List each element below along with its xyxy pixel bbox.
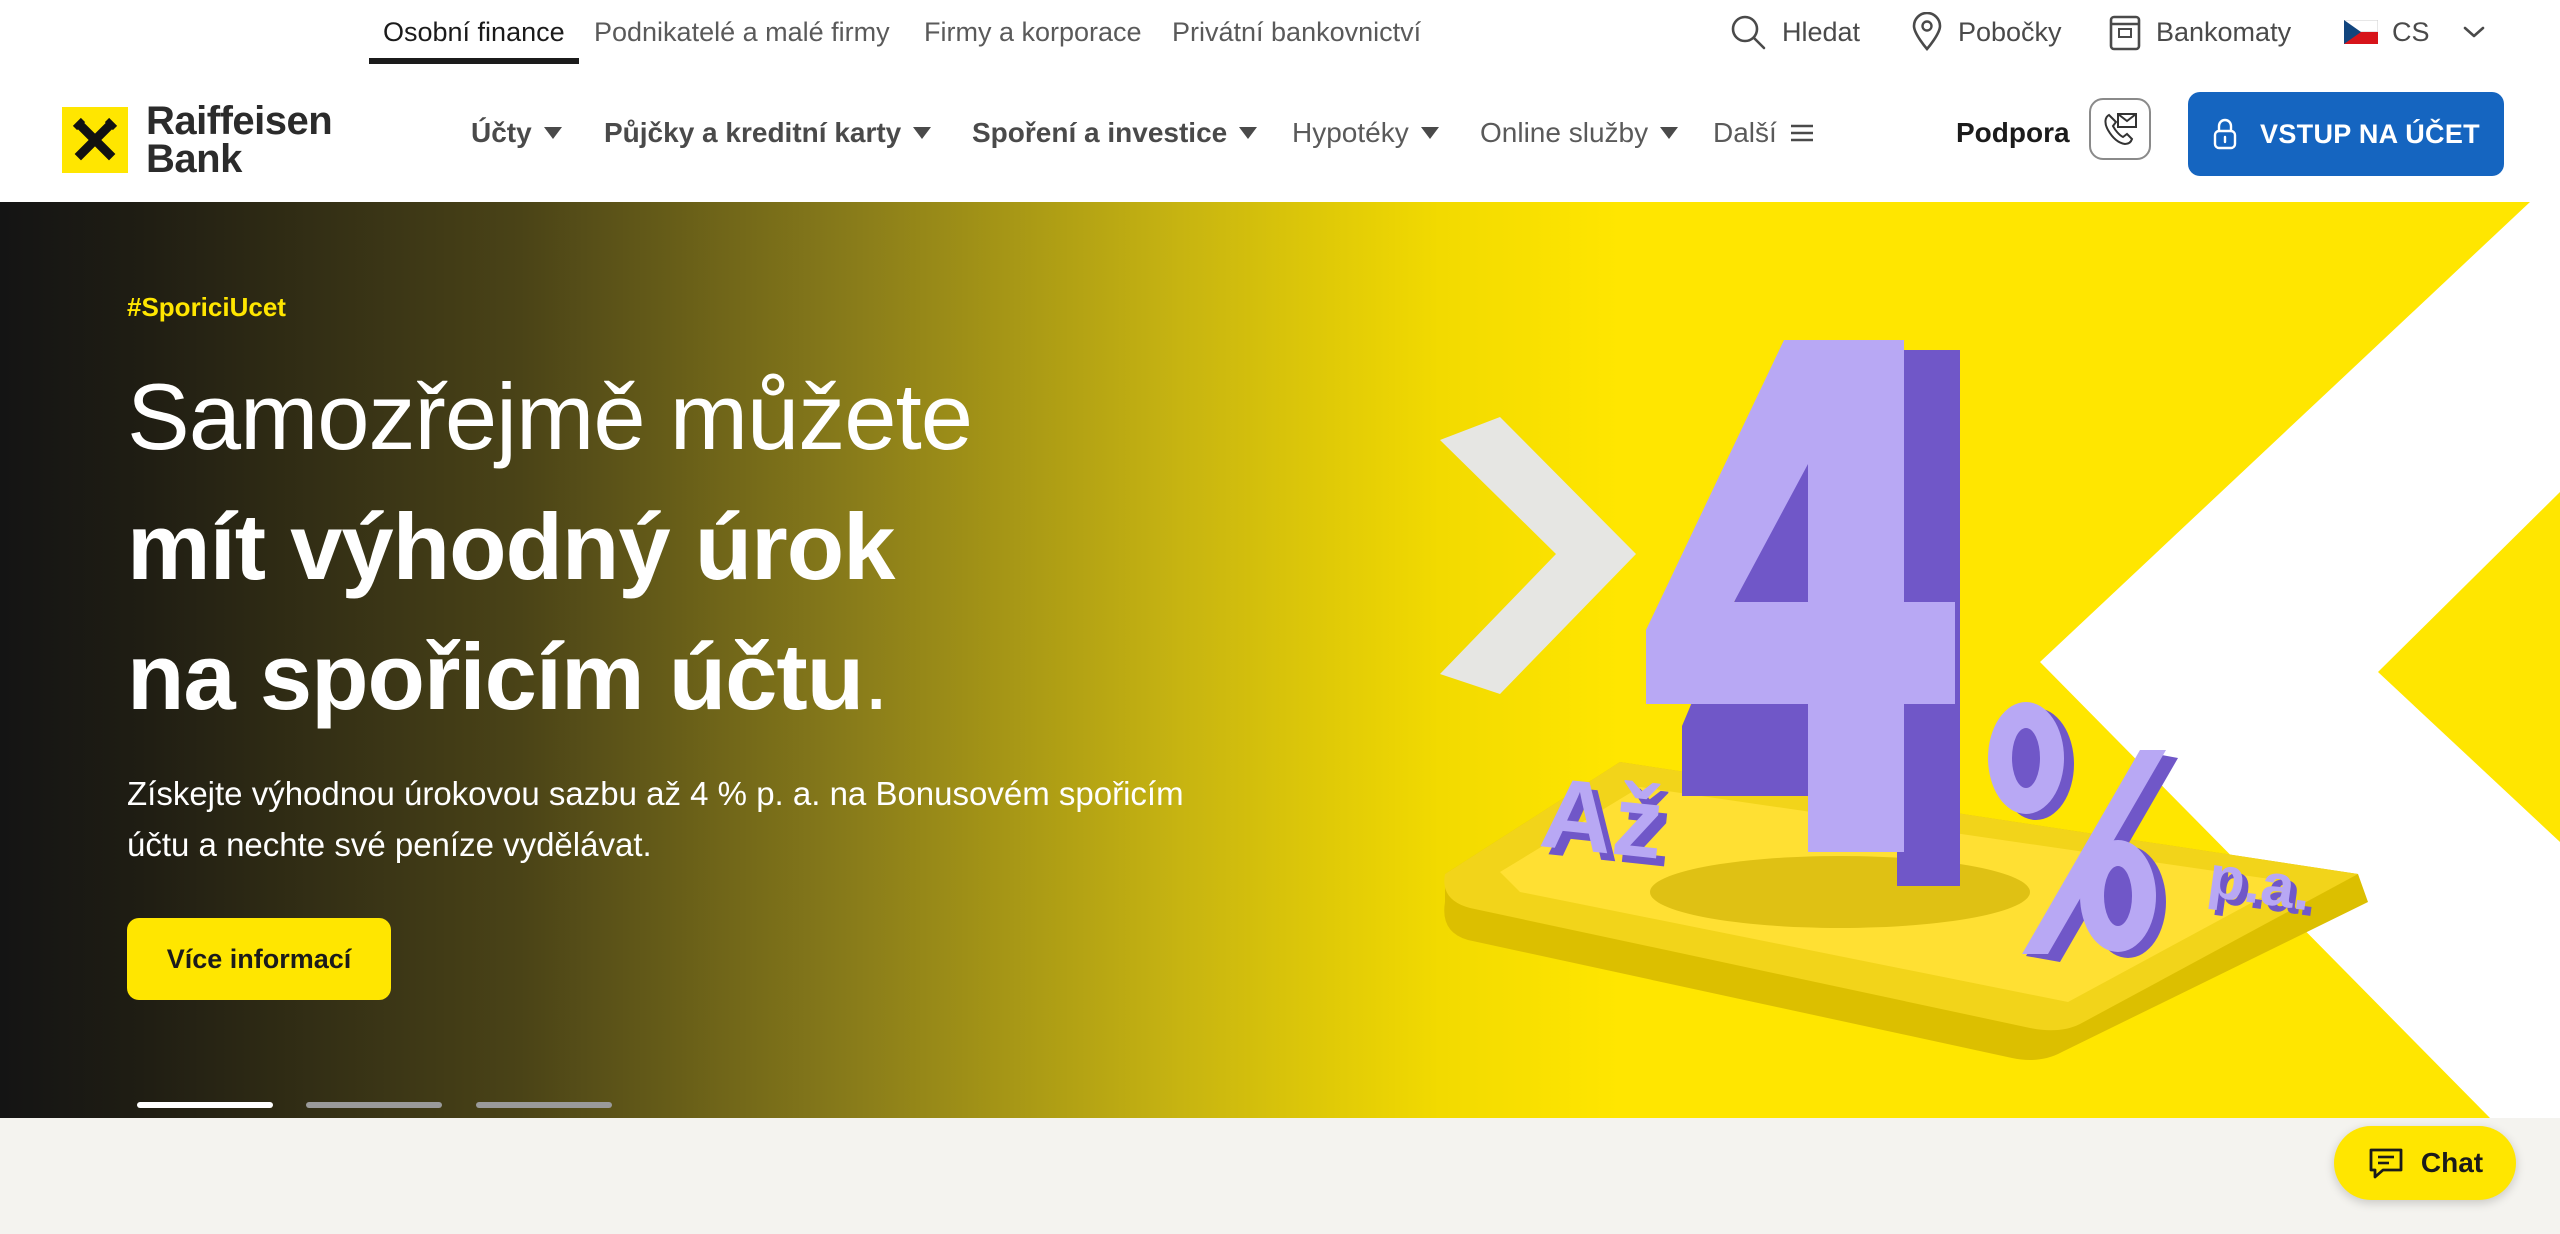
logo-line2: Bank [146, 137, 242, 181]
nav-sporeni-label: Spoření a investice [972, 117, 1228, 148]
nav-pujcky[interactable]: Půjčky a kreditní karty [604, 64, 932, 202]
atms-label: Bankomaty [2156, 16, 2292, 47]
slide-indicator-2[interactable] [306, 1102, 442, 1108]
headline-period: . [863, 624, 889, 729]
hamburger-menu-icon [1790, 124, 1813, 142]
logo-wordmark: Raiffeisen Bank [146, 99, 333, 181]
segment-osobni-finance[interactable]: Osobní finance [369, 0, 579, 64]
phone-mail-icon [2104, 113, 2137, 146]
slide-indicator-1[interactable] [137, 1102, 273, 1108]
branches-label: Pobočky [1958, 16, 2062, 47]
top-utility-bar: Osobní finance Podnikatelé a malé firmy … [0, 0, 2560, 64]
nav-pujcky-label: Půjčky a kreditní karty [604, 117, 902, 148]
czech-flag-icon [2344, 20, 2378, 44]
lock-icon [2213, 118, 2237, 150]
login-button[interactable]: VSTUP NA ÚČET [2188, 92, 2504, 176]
caret-down-icon [543, 127, 562, 139]
hero-subtitle: Získejte výhodnou úrokovou sazbu až 4 % … [127, 775, 1184, 863]
nav-dalsi-label: Další [1713, 117, 1777, 148]
chat-label: Chat [2420, 1147, 2484, 1178]
search-icon [1731, 15, 1766, 50]
chat-bubble-icon [2369, 1148, 2403, 1179]
hero-headline: Samozřejmě můžete mít výhodný úrok na sp… [127, 352, 973, 742]
headline-line3: na spořicím účtu [127, 624, 864, 729]
location-pin-icon [1912, 12, 1942, 51]
nav-sporeni[interactable]: Spoření a investice [972, 64, 1258, 202]
nav-dalsi[interactable]: Další [1713, 64, 1815, 202]
caret-down-icon [913, 127, 932, 139]
segment-firmy[interactable]: Firmy a korporace [924, 0, 1142, 64]
atms-link[interactable]: Bankomaty [2108, 0, 2291, 64]
caret-down-icon [1239, 127, 1258, 139]
caret-down-icon [1660, 127, 1679, 139]
chevron-right-icon [1440, 417, 1636, 694]
login-label: VSTUP NA ÚČET [2260, 118, 2480, 149]
contact-button[interactable] [2089, 98, 2151, 160]
logo-line1: Raiffeisen [146, 99, 333, 143]
nav-hypoteky-label: Hypotéky [1292, 117, 1409, 148]
language-selector[interactable]: CS [2344, 0, 2486, 64]
language-label: CS [2392, 16, 2430, 47]
nav-ucty[interactable]: Účty [471, 64, 562, 202]
hero-banner: Až Až p.a. p.a. #SporiciUcet Samozřejmě … [0, 202, 2560, 1118]
logo-mark-icon [62, 107, 128, 173]
main-header: Raiffeisen Bank Účty Půjčky a kreditní k… [0, 64, 2560, 202]
slide-indicator-3[interactable] [476, 1102, 612, 1108]
caret-down-icon [1420, 127, 1439, 139]
segment-podnikatele[interactable]: Podnikatelé a malé firmy [594, 0, 890, 64]
illustration-suffix-label: p.a. [2204, 843, 2316, 924]
atm-icon [2109, 15, 2141, 51]
chat-button[interactable]: Chat [2334, 1126, 2516, 1200]
branches-link[interactable]: Pobočky [1910, 0, 2062, 64]
search-label: Hledat [1782, 16, 1861, 47]
headline-line1: Samozřejmě můžete [127, 364, 973, 469]
nav-ucty-label: Účty [471, 117, 532, 148]
more-info-button[interactable]: Více informací [127, 918, 391, 1000]
nav-online-sluzby-label: Online služby [1480, 117, 1649, 148]
nav-online-sluzby[interactable]: Online služby [1480, 64, 1679, 202]
headline-line2: mít výhodný úrok [127, 494, 895, 599]
support-link[interactable]: Podpora [1956, 64, 2070, 202]
nav-hypoteky[interactable]: Hypotéky [1292, 64, 1439, 202]
segment-privatni-bankovnictvi[interactable]: Privátní bankovnictví [1172, 0, 1421, 64]
search-link[interactable]: Hledat [1728, 0, 1860, 64]
raiffeisen-logo[interactable]: Raiffeisen Bank [62, 99, 333, 181]
chevron-down-icon [2463, 26, 2484, 38]
illustration-prefix-label: Až [1536, 756, 1669, 880]
hero-hashtag: #SporiciUcet [127, 292, 286, 322]
